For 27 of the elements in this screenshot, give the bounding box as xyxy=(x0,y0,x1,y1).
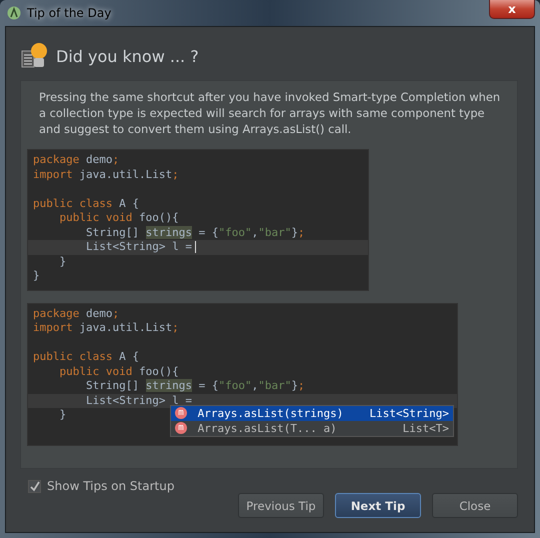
code-line: List<String> l = xyxy=(84,240,192,253)
window-title: Tip of the Day xyxy=(27,6,112,20)
code-line: String[] strings = {"foo","bar"}; xyxy=(84,379,305,392)
window-close-button[interactable]: x xyxy=(489,0,535,19)
code-line: public void foo(){ xyxy=(58,364,179,378)
completion-item[interactable]: m Arrays.asList(T... a) List<T> xyxy=(171,420,453,436)
code-line: } xyxy=(58,254,66,268)
code-line: public class A { xyxy=(33,196,139,210)
code-line: import java.util.List; xyxy=(33,321,179,334)
code-line: package demo; xyxy=(33,306,120,320)
dialog-button[interactable]: Close xyxy=(432,493,518,518)
dialog-button[interactable]: Next Tip xyxy=(335,493,421,518)
show-tips-label: Show Tips on Startup xyxy=(47,479,174,493)
tip-text: Pressing the same shortcut after you have invoked Smart-type Completion when a collection type is expected will search for arrays with same component type and suggest to convert them using Arrays.asList() call. xyxy=(39,89,502,137)
code-line: List<String> l = xyxy=(84,394,192,406)
code-line: public class A { xyxy=(33,350,139,363)
completion-item[interactable]: m Arrays.asList(strings) List<String> xyxy=(171,406,453,420)
dialog-button[interactable]: Previous Tip xyxy=(238,493,324,518)
code-line: String[] strings = {"foo","bar"}; xyxy=(84,226,305,238)
code-line: import java.util.List; xyxy=(33,168,179,180)
code-line: } xyxy=(58,408,66,421)
code-line: package demo; xyxy=(33,153,120,166)
dialog-heading: Did you know ... ? xyxy=(56,46,199,66)
text-cursor xyxy=(194,240,196,253)
code-line: public void foo(){ xyxy=(58,211,179,224)
show-tips-checkbox[interactable] xyxy=(28,480,41,492)
code-line: } xyxy=(33,269,40,282)
